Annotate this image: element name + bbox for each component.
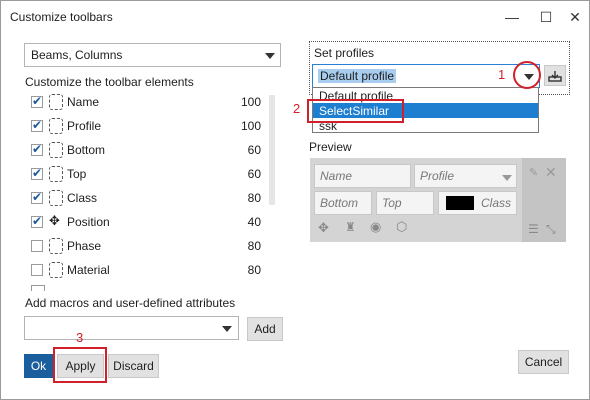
checkbox-top[interactable]: ✔ <box>31 166 43 180</box>
element-placeholder-icon <box>49 166 63 182</box>
item-label: Material <box>67 263 110 277</box>
item-label: Phase <box>67 239 102 253</box>
preview-side-controls: ✎ ✕ ☰ ⤡ <box>522 158 566 242</box>
ok-button[interactable]: Ok <box>24 354 53 378</box>
checkbox-class[interactable]: ✔ <box>31 190 43 204</box>
toolbar-elements-label: Customize the toolbar elements <box>25 75 194 89</box>
set-profiles-label: Set profiles <box>314 46 375 60</box>
element-placeholder-icon <box>49 190 63 206</box>
checkmark-icon: ✔ <box>32 190 43 204</box>
list-item[interactable]: ✔ ✥ Position 40 <box>31 213 261 235</box>
annotation-step-1: 1 <box>498 67 506 82</box>
checkbox-profile[interactable]: ✔ <box>31 118 43 132</box>
item-width: 100 <box>240 119 261 133</box>
cancel-button[interactable]: Cancel <box>518 350 569 374</box>
customize-toolbars-dialog: Customize toolbars — ☐ ✕ Beams, Columns … <box>0 0 590 400</box>
annotation-circle <box>513 61 541 89</box>
item-width: 80 <box>247 239 261 253</box>
checkmark-icon: ✔ <box>32 142 43 156</box>
annotation-box-3 <box>53 347 107 383</box>
chevron-down-icon <box>222 326 232 332</box>
item-width: 80 <box>247 191 261 205</box>
preview-profile-field: Profile <box>414 164 517 188</box>
macros-select[interactable] <box>24 316 239 340</box>
move-arrows-icon: ✥ <box>49 213 60 228</box>
pin-icon[interactable]: ✎ <box>529 166 538 179</box>
preview-top-field: Top <box>376 191 434 215</box>
preview-bottom-field: Bottom <box>314 191 372 215</box>
add-button[interactable]: Add <box>247 317 283 341</box>
checkbox-phase[interactable] <box>31 240 43 252</box>
list-item[interactable]: ✔ Profile 100 <box>31 117 261 139</box>
toolbar-elements-list: ✔ Name 100 ✔ Profile 100 ✔ Bottom 60 ✔ T… <box>25 91 281 291</box>
checkmark-icon: ✔ <box>32 118 43 132</box>
close-icon[interactable]: ✕ <box>545 164 557 181</box>
list-item[interactable]: ✔ Bottom 60 <box>31 141 261 163</box>
title-bar: Customize toolbars — ☐ ✕ <box>1 1 589 33</box>
item-width: 60 <box>247 143 261 157</box>
discard-button[interactable]: Discard <box>108 354 159 378</box>
profile-select[interactable]: Default profile <box>312 64 540 88</box>
preview-label: Preview <box>309 140 352 154</box>
minimize-icon[interactable]: — <box>497 1 527 33</box>
checkmark-icon: ✔ <box>32 214 43 228</box>
item-label: Position <box>67 215 110 229</box>
save-icon <box>548 71 562 82</box>
checkmark-icon: ✔ <box>32 166 43 180</box>
profile-select-value: Default profile <box>318 69 397 83</box>
category-select-value: Beams, Columns <box>31 48 123 62</box>
annotation-step-2: 2 <box>293 101 301 116</box>
item-label: Bottom <box>67 143 106 157</box>
list-item[interactable]: ✔ Top 60 <box>31 165 261 187</box>
class-color-swatch <box>446 196 474 210</box>
element-placeholder-icon <box>49 142 63 158</box>
maximize-icon[interactable]: ☐ <box>531 1 561 33</box>
list-item[interactable]: Material 80 <box>31 261 261 283</box>
annotation-step-3: 3 <box>76 330 84 345</box>
paint-icon: ♜ <box>345 220 356 234</box>
element-placeholder-icon <box>49 118 63 134</box>
cube-icon: ⬡ <box>396 219 408 234</box>
save-profile-button[interactable] <box>544 65 566 86</box>
item-width: 40 <box>247 215 261 229</box>
checkmark-icon: ✔ <box>32 94 43 108</box>
list-item[interactable]: ✔ Name 100 <box>31 93 261 115</box>
element-placeholder-icon <box>49 262 63 278</box>
item-width: 80 <box>247 263 261 277</box>
item-label: Profile <box>67 119 102 133</box>
checkbox-name[interactable]: ✔ <box>31 94 43 108</box>
checkbox-position[interactable]: ✔ <box>31 214 43 228</box>
item-label: Top <box>67 167 87 181</box>
checkbox-bottom[interactable]: ✔ <box>31 142 43 156</box>
preview-class-field: Class <box>438 191 517 215</box>
move-arrows-icon: ✥ <box>318 220 329 235</box>
macros-label: Add macros and user-defined attributes <box>25 296 236 310</box>
element-placeholder-icon <box>49 94 63 110</box>
list-item[interactable]: ✔ Class 80 <box>31 189 261 211</box>
item-label: Class <box>67 191 98 205</box>
item-label: Name <box>67 95 100 109</box>
list-item[interactable]: Phase 80 <box>31 237 261 259</box>
resize-icon[interactable]: ⤡ <box>546 222 556 237</box>
preview-name-field: Name <box>314 164 411 188</box>
view-icon: ◉ <box>370 219 382 234</box>
list-icon[interactable]: ☰ <box>528 222 539 236</box>
annotation-box-2 <box>307 99 404 123</box>
list-scrollbar[interactable] <box>269 95 275 205</box>
checkbox-material[interactable] <box>31 264 43 276</box>
window-title: Customize toolbars <box>10 10 113 24</box>
chevron-down-icon <box>265 53 275 59</box>
element-placeholder-icon <box>49 238 63 254</box>
close-icon[interactable]: ✕ <box>560 1 590 33</box>
list-item-partial <box>31 285 45 291</box>
item-width: 100 <box>240 95 261 109</box>
item-width: 60 <box>247 167 261 181</box>
category-select[interactable]: Beams, Columns <box>24 43 281 67</box>
